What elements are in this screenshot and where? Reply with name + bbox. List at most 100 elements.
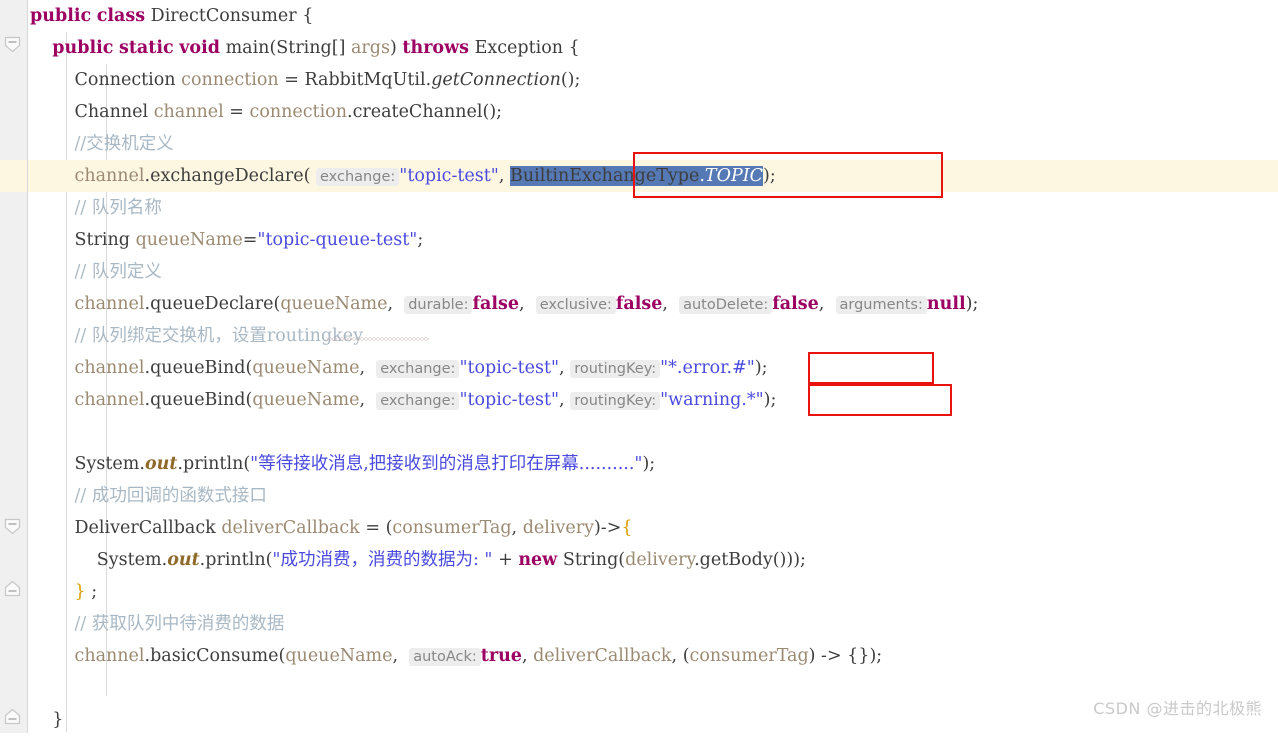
code-line[interactable]: DeliverCallback deliverCallback = (consu…	[28, 512, 1278, 544]
string-topic-queue-test: "topic-queue-test"	[257, 230, 418, 250]
code-line[interactable]: channel.queueBind(queueName, exchange: "t…	[28, 384, 1278, 416]
code-line[interactable]: Connection connection = RabbitMqUtil.get…	[28, 64, 1278, 96]
keyword-class: class	[96, 6, 146, 26]
comment-exchange-definition: //交换机定义	[74, 134, 174, 154]
type-delivercallback: DeliverCallback	[74, 518, 216, 538]
string-topic-test: "topic-test"	[399, 166, 499, 186]
code-editor[interactable]: public class DirectConsumer { public sta…	[0, 0, 1278, 733]
code-line[interactable]: channel.queueDeclare(queueName, durable:…	[28, 288, 1278, 320]
string-topic-test: "topic-test"	[459, 358, 560, 378]
brace: }	[74, 582, 86, 602]
paren: (	[303, 166, 311, 186]
var-queuename: queueName	[252, 390, 360, 410]
method-println: println	[205, 550, 266, 570]
param-delivery: delivery	[522, 518, 594, 538]
selected-text[interactable]: BuiltinExchangeType.TOPIC	[510, 166, 764, 186]
comment-queue-definition: // 队列定义	[74, 262, 162, 282]
code-line-blank[interactable]	[28, 672, 1278, 704]
field-out: out	[144, 454, 178, 474]
code-line[interactable]: public static void main(String[] args) t…	[28, 32, 1278, 64]
code-line-blank[interactable]	[28, 416, 1278, 448]
brace: {	[568, 38, 580, 58]
fold-expand-icon[interactable]	[4, 580, 21, 597]
semicolon: ;	[417, 230, 424, 250]
type-string: String	[276, 38, 332, 58]
code-line[interactable]: System.out.println("等待接收消息,把接收到的消息打印在屏幕.…	[28, 448, 1278, 480]
code-line[interactable]: // 队列名称	[28, 192, 1278, 224]
var-connection: connection	[181, 70, 279, 90]
comma: ,	[521, 646, 528, 666]
parens: );	[754, 358, 768, 378]
var-delivercallback: deliverCallback	[533, 646, 672, 666]
lambda-arrow: ) -> {});	[808, 646, 883, 666]
comma: ,	[662, 294, 668, 314]
var-queuename: queueName	[280, 294, 388, 314]
keyword-throws: throws	[402, 38, 470, 58]
paren: )	[389, 38, 397, 58]
code-line[interactable]: }	[28, 704, 1278, 736]
fold-collapse-icon[interactable]	[4, 518, 21, 535]
code-line-current[interactable]: channel.exchangeDeclare( exchange: "topic…	[28, 160, 1278, 192]
comment-fetch-queue-data: // 获取队列中待消费的数据	[74, 614, 285, 634]
param-hint-exchange: exchange:	[376, 360, 460, 378]
method-main: main	[225, 38, 270, 58]
literal-false: false	[772, 294, 819, 314]
string-routing-error: "*.error.#"	[660, 358, 755, 378]
param-hint-exchange: exchange:	[376, 392, 460, 410]
code-line[interactable]: System.out.println("成功消费，消费的数据为: " + new…	[28, 544, 1278, 576]
code-line[interactable]: public class DirectConsumer {	[28, 0, 1278, 32]
code-line[interactable]: //交换机定义	[28, 128, 1278, 160]
code-content[interactable]: public class DirectConsumer { public sta…	[28, 0, 1278, 733]
editor-gutter[interactable]	[0, 0, 28, 733]
method-getbody: getBody	[699, 550, 773, 570]
var-queuename: queueName	[135, 230, 243, 250]
fold-collapse-icon[interactable]	[4, 36, 21, 53]
var-channel: channel	[153, 102, 224, 122]
parens: );	[763, 166, 776, 186]
code-line[interactable]: channel.basicConsume(queueName, autoAck:…	[28, 640, 1278, 672]
param-hint-arguments: arguments:	[835, 296, 927, 314]
comma: ,	[559, 358, 565, 378]
var-connection: connection	[249, 102, 347, 122]
method-exchangedeclare: exchangeDeclare	[150, 166, 304, 186]
method-queuedeclare: queueDeclare	[150, 294, 274, 314]
operator-concat: +	[498, 550, 513, 570]
string-consumed-message: "成功消费，消费的数据为: "	[272, 550, 493, 570]
comma: ,	[559, 390, 565, 410]
code-line[interactable]: // 获取队列中待消费的数据	[28, 608, 1278, 640]
method-createchannel: createChannel	[352, 102, 483, 122]
code-line[interactable]: // 队列定义	[28, 256, 1278, 288]
code-line[interactable]: Channel channel = connection.createChann…	[28, 96, 1278, 128]
brace: }	[52, 710, 64, 730]
operator-assign: =	[242, 230, 258, 250]
fold-expand-icon[interactable]	[4, 708, 21, 725]
var-channel: channel	[74, 358, 145, 378]
keyword-static: static	[119, 38, 174, 58]
code-line[interactable]: } ;	[28, 576, 1278, 608]
code-line[interactable]: // 成功回调的函数式接口	[28, 480, 1278, 512]
comment-success-callback: // 成功回调的函数式接口	[74, 486, 267, 506]
param-hint-durable: durable:	[404, 296, 473, 314]
code-line[interactable]: // 队列绑定交换机，设置routingkey	[28, 320, 1278, 352]
type-rabbitmqutil: RabbitMqUtil	[304, 70, 426, 90]
literal-null: null	[926, 294, 966, 314]
param-hint-exchange: exchange:	[316, 168, 400, 186]
parens: ()));	[772, 550, 806, 570]
param-args: args	[351, 38, 390, 58]
comma: ,	[359, 358, 366, 378]
comma: ,	[392, 646, 399, 666]
code-line[interactable]: channel.queueBind(queueName, exchange: "t…	[28, 352, 1278, 384]
operator-assign: =	[365, 518, 381, 538]
literal-true: true	[480, 646, 522, 666]
enum-const-topic: TOPIC	[704, 166, 764, 186]
method-println: println	[183, 454, 244, 474]
param-hint-exclusive: exclusive:	[535, 296, 616, 314]
keyword-new: new	[518, 550, 558, 570]
type-directconsumer: DirectConsumer	[150, 6, 297, 26]
operator-assign: =	[284, 70, 299, 90]
code-line[interactable]: String queueName="topic-queue-test";	[28, 224, 1278, 256]
operator-assign: =	[229, 102, 244, 122]
type-channel: Channel	[74, 102, 149, 122]
comma: ,	[387, 294, 394, 314]
type-connection: Connection	[74, 70, 176, 90]
